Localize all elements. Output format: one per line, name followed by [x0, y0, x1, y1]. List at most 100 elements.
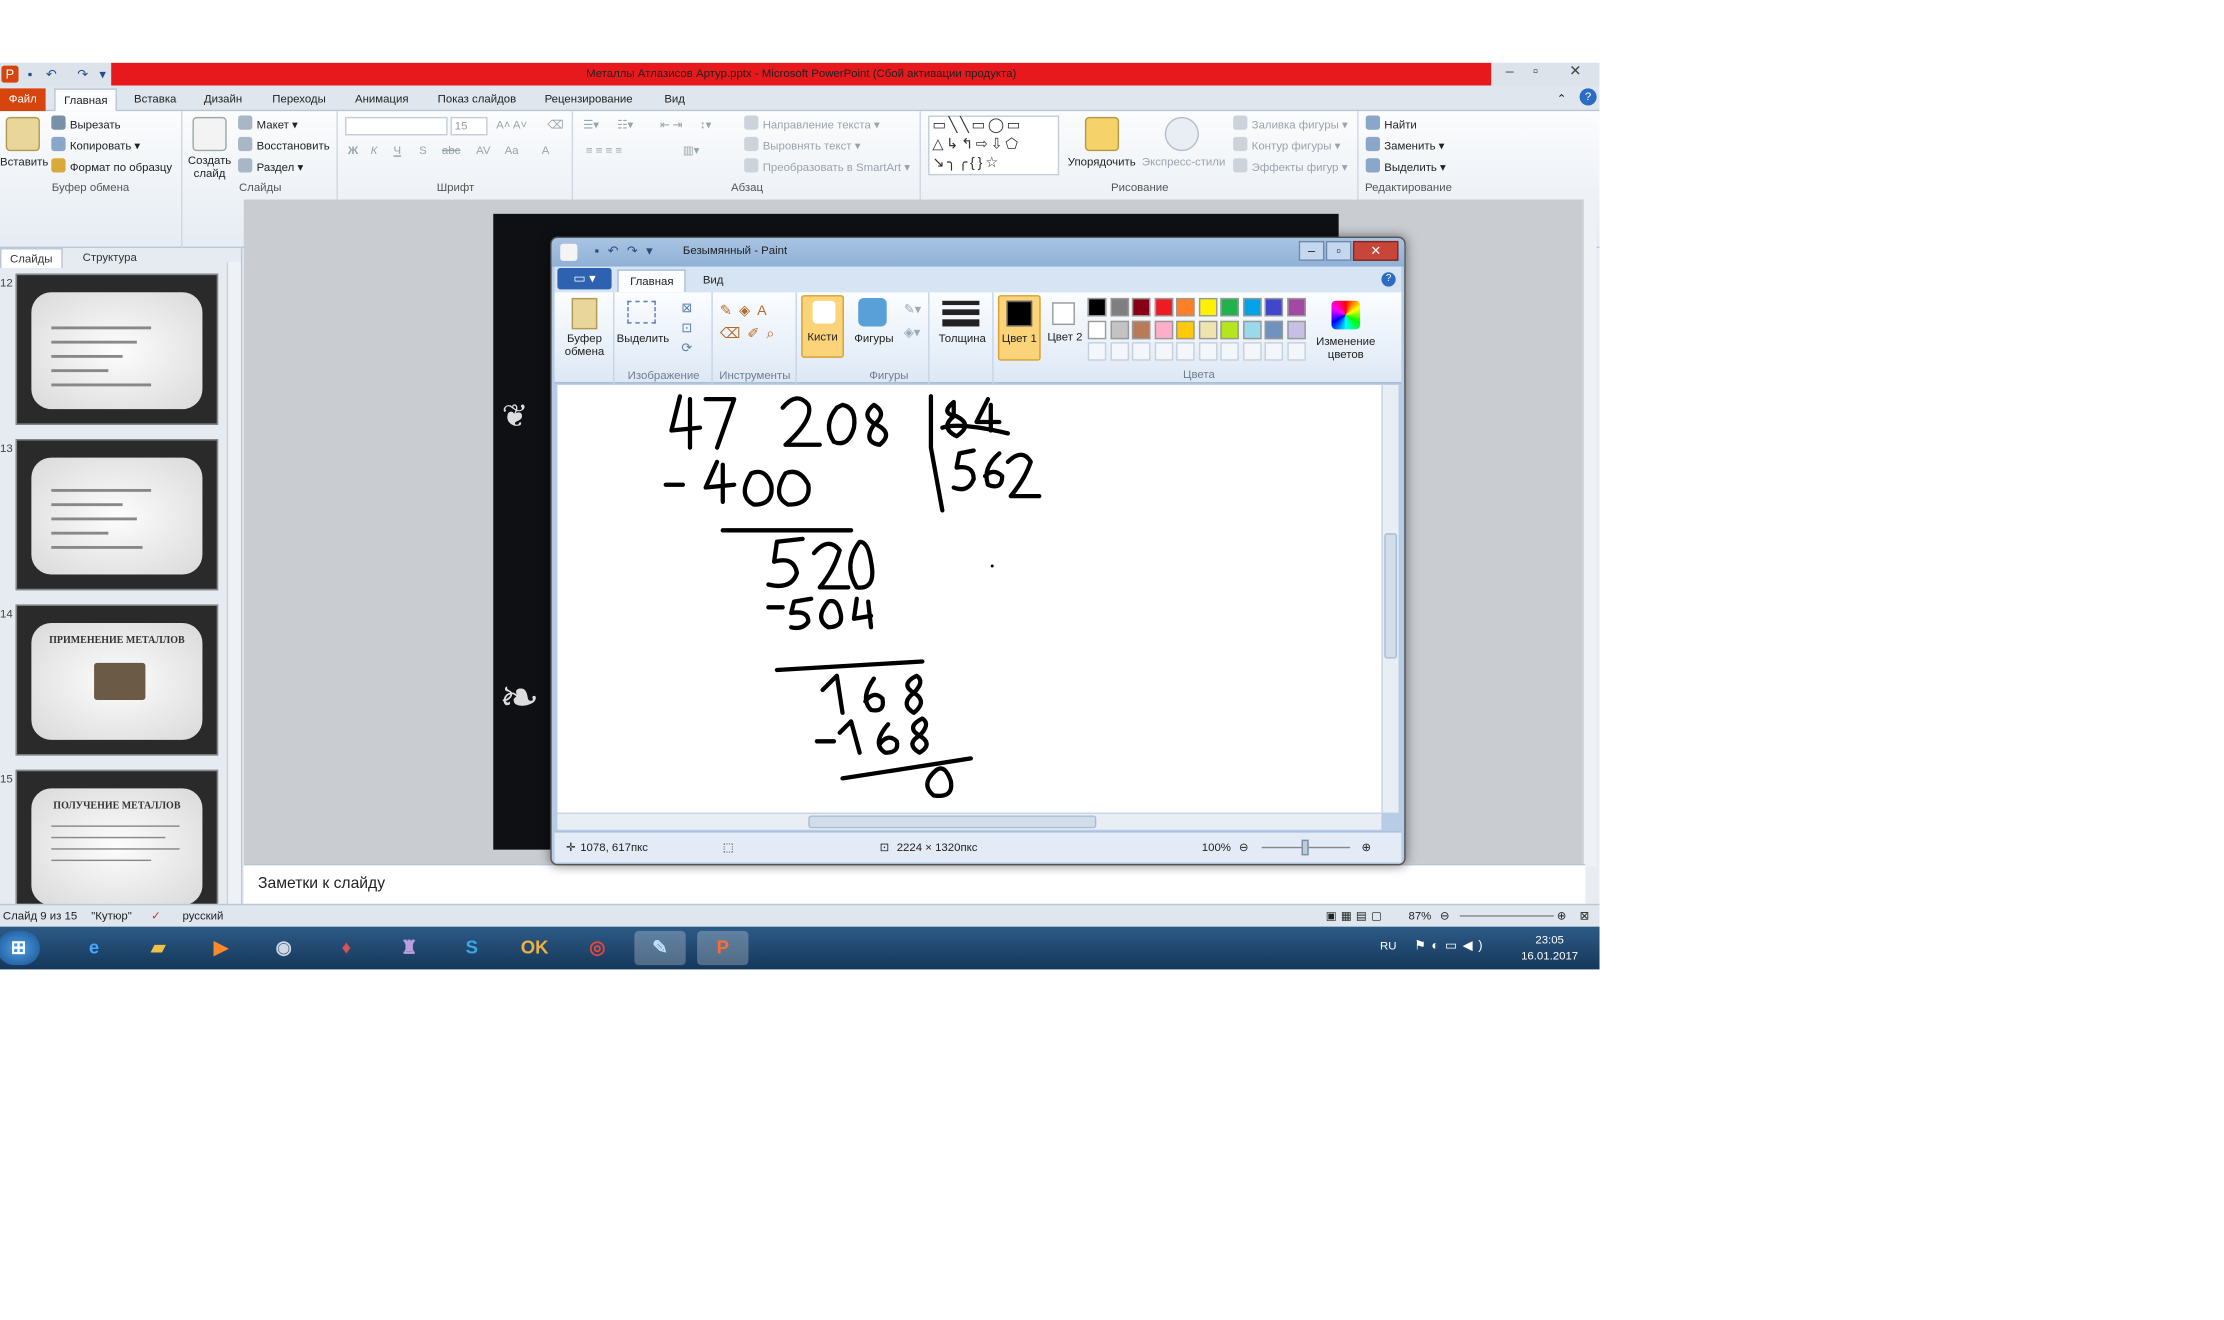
tab-insert[interactable]: Вставка [125, 88, 184, 111]
outline-fill-icons[interactable]: ✎▾ ◈▾ [904, 298, 921, 344]
paint-qat[interactable]: ▪↶↷▾ [594, 244, 661, 260]
paint-zoom-out-icon[interactable]: ⊖ [1239, 833, 1249, 864]
shapes-icon[interactable] [858, 297, 887, 327]
shapes-button[interactable]: Фигуры [850, 332, 898, 345]
empty-color-slot[interactable] [1286, 342, 1306, 361]
zoom-level[interactable]: 87% [1408, 905, 1431, 926]
replace-button[interactable]: Заменить ▾ [1365, 136, 1444, 156]
fit-slide-icon[interactable]: ⊠ [1580, 905, 1590, 926]
tab-transitions[interactable]: Переходы [264, 88, 335, 111]
paste-button[interactable]: Вставить [0, 154, 48, 171]
slide-thumbnail-14[interactable]: ПРИМЕНЕНИЕ МЕТАЛЛОВ [15, 604, 219, 756]
format-painter-button[interactable]: Формат по образцу [51, 158, 172, 177]
line-spacing-icon[interactable]: ↕▾ [700, 117, 711, 134]
paint-vertical-scrollbar[interactable] [1381, 384, 1399, 813]
paste-icon[interactable] [5, 116, 40, 152]
empty-color-slot[interactable] [1242, 342, 1261, 361]
slide-thumbnail-15[interactable]: ПОЛУЧЕНИЕ МЕТАЛЛОВ [15, 769, 219, 921]
select-icon[interactable] [627, 300, 656, 324]
skype-icon[interactable]: S [446, 931, 497, 965]
empty-color-slot[interactable] [1198, 342, 1217, 361]
paint-tab-home[interactable]: Главная [617, 269, 687, 293]
paint-app-icon[interactable] [560, 243, 578, 261]
empty-color-slot[interactable] [1131, 342, 1151, 361]
bullets-icon[interactable]: ☰▾ [583, 117, 599, 134]
color-swatch[interactable] [1154, 297, 1173, 317]
paint-canvas[interactable] [557, 384, 1382, 813]
empty-color-slot[interactable] [1087, 342, 1107, 361]
view-buttons[interactable]: ▣▦▤▢ [1326, 905, 1386, 926]
crop-resize-rotate-icons[interactable]: ⊠ ⊡ ⟳ [681, 298, 692, 358]
shape-fill-button[interactable]: Заливка фигуры ▾ [1233, 115, 1348, 134]
paint-tab-view[interactable]: Вид [694, 269, 732, 292]
color-swatch[interactable] [1154, 320, 1173, 339]
tray-icons[interactable]: ⚑◐▭◀) [1414, 938, 1488, 954]
paint-select-button[interactable]: Выделить [616, 332, 670, 345]
shadow-button[interactable]: S [419, 143, 427, 160]
zoom-slider[interactable] [1459, 915, 1554, 917]
vertical-scroll-thumb[interactable] [1384, 533, 1398, 659]
powerpoint-taskbar-icon[interactable]: P [697, 930, 749, 966]
app-icon[interactable]: ♜ [383, 931, 434, 965]
tab-design[interactable]: Дизайн [195, 88, 250, 111]
arrange-button[interactable]: Упорядочить [1068, 154, 1136, 171]
section-button[interactable]: Раздел ▾ [238, 158, 303, 177]
paint-maximize-button[interactable]: ▫ [1325, 240, 1352, 261]
shapes-gallery[interactable]: ▭╲╲▭◯▭ △↳↰⇨⇩⬠ ↘╮╭{}☆ [928, 115, 1060, 176]
zoom-out-icon[interactable]: ⊖ [1440, 905, 1450, 926]
cut-button[interactable]: Вырезать [51, 115, 121, 134]
italic-button[interactable]: К [371, 143, 378, 160]
text-direction-button[interactable]: Направление текста ▾ [744, 115, 880, 134]
align-text-button[interactable]: Выровнять текст ▾ [744, 136, 860, 156]
size-icon[interactable] [942, 300, 980, 306]
start-button[interactable]: ⊞ [0, 930, 40, 966]
edit-colors-button[interactable]: Изменение цветов [1310, 295, 1381, 363]
size-button[interactable]: Толщина [931, 332, 994, 345]
shape-effects-button[interactable]: Эффекты фигур ▾ [1233, 158, 1347, 177]
color-swatch[interactable] [1242, 297, 1261, 317]
clipboard-icon[interactable] [571, 297, 598, 330]
undo-icon[interactable]: ↶ [43, 66, 60, 83]
empty-color-slot[interactable] [1176, 342, 1195, 361]
color-swatch[interactable] [1220, 297, 1239, 317]
clock[interactable]: 23:05 16.01.2017 [1514, 932, 1585, 963]
paint-zoom-thumb[interactable] [1301, 839, 1309, 856]
new-slide-button[interactable]: Создать слайд [184, 154, 235, 180]
game-icon[interactable]: ♦ [321, 931, 372, 965]
bold-button[interactable]: Ж [348, 143, 358, 160]
tab-slides[interactable]: Слайды [0, 248, 63, 269]
shape-outline-button[interactable]: Контур фигуры ▾ [1233, 136, 1340, 156]
brushes-button[interactable]: Кисти [801, 295, 844, 358]
tab-outline[interactable]: Структура [74, 248, 145, 268]
tab-home[interactable]: Главная [54, 88, 118, 112]
empty-color-slot[interactable] [1264, 342, 1284, 361]
tab-slideshow[interactable]: Показ слайдов [429, 88, 525, 111]
empty-color-slot[interactable] [1109, 342, 1129, 361]
color1-button[interactable]: Цвет 1 [997, 295, 1041, 361]
paint-menu-button[interactable]: ▭ ▾ [557, 268, 612, 290]
empty-color-slot[interactable] [1220, 342, 1239, 361]
notes-pane[interactable]: Заметки к слайду [243, 863, 1586, 904]
ie-icon[interactable]: e [68, 931, 119, 965]
color-swatch[interactable] [1286, 297, 1306, 317]
tab-file[interactable]: Файл [0, 88, 46, 112]
help-icon[interactable]: ? [1579, 88, 1597, 106]
find-button[interactable]: Найти [1365, 115, 1417, 134]
clear-format-icon[interactable]: ⌫ [547, 117, 563, 134]
tab-view[interactable]: Вид [656, 88, 694, 111]
numbering-icon[interactable]: ☷▾ [617, 117, 633, 134]
tool-icons[interactable]: ✎◈A ⌫✐⌕ [720, 301, 781, 347]
strikethrough-button[interactable]: abc [442, 143, 460, 160]
color-swatch[interactable] [1109, 297, 1129, 317]
ribbon-collapse-icon[interactable]: ⌃ [1557, 88, 1567, 111]
horizontal-scroll-thumb[interactable] [808, 815, 1097, 829]
spellcheck-icon[interactable]: ✓ [151, 905, 161, 926]
tab-animations[interactable]: Анимация [346, 88, 417, 111]
language[interactable]: русский [182, 905, 223, 926]
color-swatch[interactable] [1198, 297, 1217, 317]
arrange-icon[interactable] [1084, 116, 1120, 152]
maximize-button[interactable]: ▫ [1520, 64, 1551, 83]
reset-button[interactable]: Восстановить [238, 136, 330, 156]
font-color-button[interactable]: A [542, 143, 550, 160]
underline-button[interactable]: Ч [393, 143, 401, 160]
